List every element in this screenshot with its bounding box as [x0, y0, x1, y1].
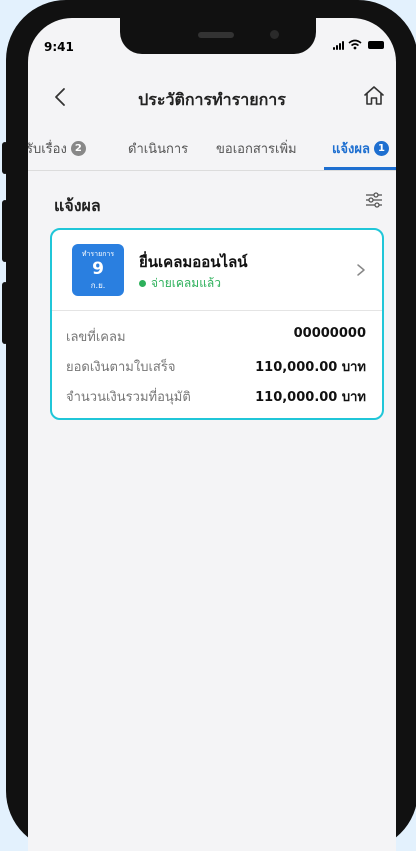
chevron-right-icon[interactable] — [354, 260, 368, 280]
status-dot-icon — [139, 280, 146, 287]
claim-status-text: จ่ายเคลมแล้ว — [151, 276, 222, 290]
tab-in-progress[interactable]: ดำเนินการ — [128, 138, 188, 159]
filter-icon[interactable] — [364, 190, 384, 210]
row-value: 110,000.00 บาท — [255, 390, 366, 405]
signal-icon — [333, 40, 344, 50]
date-day: 9 — [92, 259, 104, 279]
camera — [270, 30, 279, 39]
row-value: 00000000 — [293, 326, 366, 341]
status-time: 9:41 — [44, 40, 74, 54]
claim-card[interactable]: ทำรายการ 9 ก.ย. ยื่นเคลมออนไลน์ จ่ายเคลม… — [50, 228, 384, 420]
header: ประวัติการทำรายการ — [28, 76, 396, 120]
page-title: ประวัติการทำรายการ — [138, 90, 286, 109]
tab-count-badge: 1 — [373, 141, 389, 156]
tab-bar: รับเรื่อง 2 ดำเนินการ ขอเอกสารเพิ่ม แจ้ง… — [28, 130, 396, 171]
row-label: จำนวนเงินรวมที่อนุมัติ — [66, 390, 191, 405]
wifi-icon — [348, 39, 362, 50]
phone-frame: 9:41 ประวัติการทำรายการ รับเรื่อง 2 ดำเน… — [6, 0, 416, 851]
section-title: แจ้งผล — [54, 196, 101, 215]
date-month: ก.ย. — [90, 281, 106, 290]
row-value: 110,000.00 บาท — [255, 360, 366, 375]
tab-label: ขอเอกสารเพิ่ม — [216, 142, 297, 157]
status-icons — [333, 39, 384, 50]
tab-label: แจ้งผล — [332, 142, 370, 157]
tab-count-badge: 2 — [70, 141, 86, 156]
tab-results[interactable]: แจ้งผล 1 — [332, 138, 389, 159]
tab-label: ดำเนินการ — [128, 142, 189, 157]
claim-title: ยื่นเคลมออนไลน์ — [139, 253, 248, 271]
date-badge: ทำรายการ 9 ก.ย. — [72, 244, 124, 296]
battery-icon — [368, 40, 384, 49]
card-divider — [52, 310, 382, 311]
app-screen: 9:41 ประวัติการทำรายการ รับเรื่อง 2 ดำเน… — [28, 18, 396, 851]
claim-status: จ่ายเคลมแล้ว — [139, 274, 221, 293]
claim-info-row: จำนวนเงินรวมที่อนุมัติ 110,000.00 บาท — [66, 386, 366, 407]
tab-more-documents[interactable]: ขอเอกสารเพิ่ม — [216, 138, 297, 159]
claim-info-row: ยอดเงินตามใบเสร็จ 110,000.00 บาท — [66, 356, 366, 377]
row-label: ยอดเงินตามใบเสร็จ — [66, 360, 176, 375]
home-icon[interactable] — [362, 84, 386, 108]
active-tab-underline — [324, 167, 396, 170]
speaker — [198, 32, 234, 38]
claim-info-row: เลขที่เคลม 00000000 — [66, 326, 366, 347]
tab-received[interactable]: รับเรื่อง 2 — [28, 138, 86, 159]
notch — [120, 18, 316, 54]
row-label: เลขที่เคลม — [66, 330, 126, 345]
tab-label: รับเรื่อง — [28, 142, 67, 157]
